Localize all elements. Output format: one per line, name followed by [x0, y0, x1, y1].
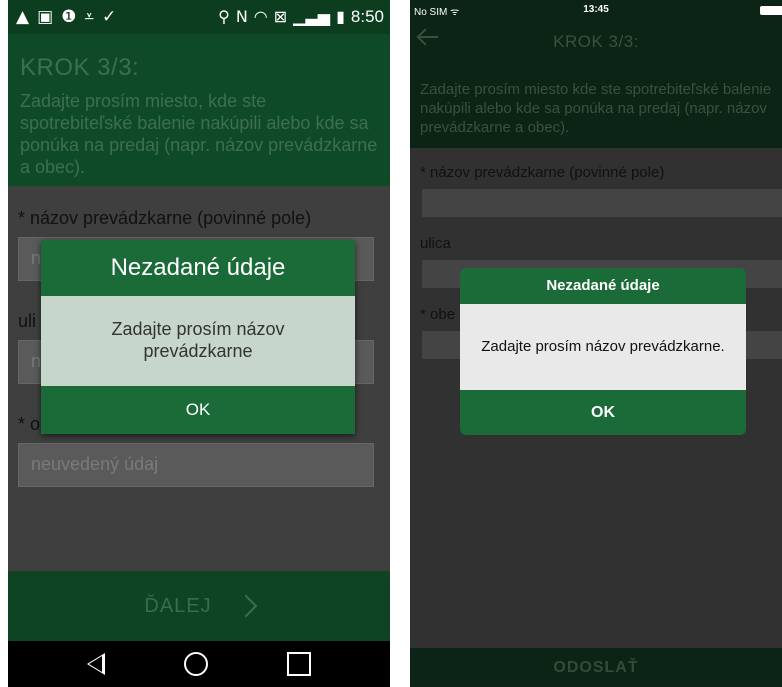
image-icon: ▣ — [37, 7, 54, 27]
ok-button[interactable]: OK — [41, 386, 355, 434]
nfc-icon: N — [235, 7, 248, 26]
info-icon: ❶ — [61, 7, 77, 27]
wifi-icon: ◠ — [253, 7, 268, 26]
submit-button[interactable]: ODOSLAŤ — [410, 648, 782, 687]
step-title: KROK 3/3: — [20, 54, 140, 81]
step-header: KROK 3/3: Zadajte prosím miesto, kde ste… — [8, 34, 390, 186]
android-screen: ▲ ▣ ❶ ⩡ ✓ ⚲ N ◠ ⊠ ▁▃▅ ▮ 8:50 KROK 3/3: Z… — [8, 0, 390, 687]
chevron-right-icon — [234, 594, 257, 618]
dialog-message: Zadajte prosím názov prevádzkarne — [41, 296, 355, 386]
step-description: Zadajte prosím miesto kde ste spotrebite… — [410, 66, 782, 148]
download-icon: ⩡ — [84, 7, 94, 27]
recent-apps-icon[interactable] — [286, 652, 311, 676]
android-status-bar: ▲ ▣ ❶ ⩡ ✓ ⚲ N ◠ ⊠ ▁▃▅ ▮ 8:50 — [8, 0, 390, 34]
shop-name-input[interactable] — [422, 189, 782, 217]
ios-nav-bar: KROK 3/3: — [410, 20, 782, 66]
alert-title: Nezadané údaje — [460, 268, 746, 304]
nav-title: KROK 3/3: — [553, 32, 639, 51]
location-icon: ⚲ — [218, 7, 230, 26]
status-time: 13:45 — [583, 4, 609, 15]
android-nav-bar — [8, 641, 390, 687]
alert-message: Zadajte prosím názov prevádzkarne. — [460, 304, 746, 390]
battery-icon: ▮ — [336, 7, 345, 26]
shop-name-label: * názov prevádzkarne (povinné pole) — [18, 208, 312, 228]
street-label: ulica — [420, 235, 451, 252]
status-time: 8:50 — [350, 7, 384, 26]
next-label: ĎALEJ — [144, 594, 212, 617]
step-description: Zadajte prosím miesto, kde ste spotrebit… — [20, 91, 378, 177]
ios-status-bar: No SIM ᯤ 13:45 — [410, 0, 782, 20]
dialog-title: Nezadané údaje — [41, 240, 355, 296]
home-icon[interactable] — [183, 652, 208, 676]
back-icon[interactable] — [87, 653, 106, 675]
battery-icon — [760, 6, 782, 15]
ios-screen: No SIM ᯤ 13:45 KROK 3/3: Zadajte prosím … — [410, 0, 782, 687]
warning-icon: ▲ — [16, 7, 30, 27]
missing-data-dialog: Nezadané údaje Zadajte prosím názov prev… — [41, 240, 355, 434]
missing-data-alert: Nezadané údaje Zadajte prosím názov prev… — [460, 268, 746, 435]
next-button[interactable]: ĎALEJ — [8, 571, 390, 641]
signal-icon: ▁▃▅ — [293, 7, 331, 26]
shop-name-label: * názov prevádzkarne (povinné pole) — [420, 164, 665, 181]
notification-icons: ▲ ▣ ❶ ⩡ ✓ — [16, 6, 116, 28]
system-icons: ⚲ N ◠ ⊠ ▁▃▅ ▮ 8:50 — [218, 6, 384, 28]
check-icon: ✓ — [101, 7, 117, 27]
town-input[interactable]: neuvedený údaj — [18, 443, 374, 487]
data-icon: ⊠ — [273, 7, 288, 26]
ok-button[interactable]: OK — [460, 390, 746, 435]
